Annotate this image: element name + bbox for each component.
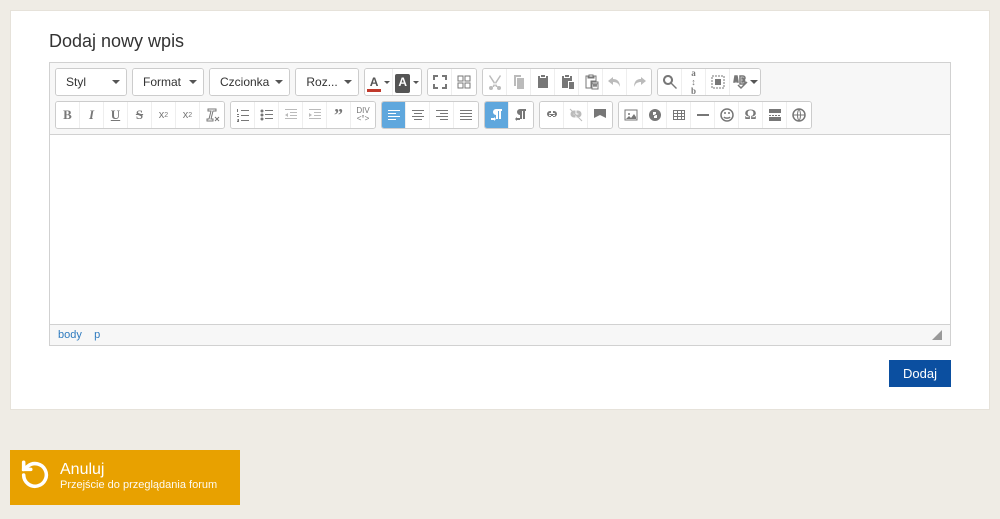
superscript-button[interactable]: x2 [176,102,200,128]
editor-elements-path: body p [50,324,950,345]
chevron-down-icon [189,80,197,84]
submit-button[interactable]: Dodaj [889,360,951,387]
iframe-button[interactable] [787,102,811,128]
toolbar-row-1: Styl Format Czcionka Roz... A [50,63,950,101]
align-left-button[interactable] [382,102,406,128]
align-center-button[interactable] [406,102,430,128]
chevron-down-icon [750,80,758,84]
cancel-card[interactable]: Anuluj Przejście do przeglądania forum [10,450,240,505]
bold-button[interactable]: B [56,102,80,128]
flash-button[interactable] [643,102,667,128]
bg-color-button[interactable]: A [393,69,421,95]
text-color-button[interactable]: A [365,69,394,95]
font-dropdown[interactable]: Czcionka [210,69,289,95]
rich-text-editor: Styl Format Czcionka Roz... A [49,62,951,346]
resize-handle-icon[interactable] [932,330,942,340]
pagebreak-button[interactable] [763,102,787,128]
bullet-list-button[interactable] [255,102,279,128]
redo-button[interactable] [627,69,651,95]
panel-heading: Dodaj nowy wpis [49,31,951,52]
add-entry-panel: Dodaj nowy wpis Styl Format Czcionka [10,10,990,410]
replace-button[interactable]: a↕b [682,69,706,95]
editor-content-area[interactable] [50,134,950,324]
indent-button[interactable] [303,102,327,128]
rtl-button[interactable] [509,102,533,128]
italic-button[interactable]: I [80,102,104,128]
toolbar-row-2: B I U S x2 x2 [50,101,950,134]
format-dropdown[interactable]: Format [133,69,203,95]
unlink-button[interactable] [564,102,588,128]
copy-button[interactable] [507,69,531,95]
remove-format-button[interactable] [200,102,224,128]
size-dropdown[interactable]: Roz... [296,69,357,95]
link-button[interactable] [540,102,564,128]
table-button[interactable] [667,102,691,128]
paste-button[interactable] [531,69,555,95]
show-blocks-button[interactable] [452,69,476,95]
chevron-down-icon [413,81,419,84]
numbered-list-button[interactable] [231,102,255,128]
smiley-button[interactable] [715,102,739,128]
anchor-button[interactable] [588,102,612,128]
cancel-subtitle: Przejście do przeglądania forum [60,479,217,493]
hr-button[interactable] [691,102,715,128]
outdent-button[interactable] [279,102,303,128]
align-justify-button[interactable] [454,102,478,128]
maximize-button[interactable] [428,69,452,95]
strike-button[interactable]: S [128,102,152,128]
div-container-button[interactable]: DIV<°> [351,102,375,128]
undo-circle-icon [18,458,52,495]
path-body[interactable]: body [58,329,82,341]
style-dropdown[interactable]: Styl [56,69,126,95]
select-all-button[interactable] [706,69,730,95]
paste-text-button[interactable] [555,69,579,95]
cancel-title: Anuluj [60,460,217,479]
special-char-button[interactable]: Ω [739,102,763,128]
chevron-down-icon [112,80,120,84]
paste-word-button[interactable] [579,69,603,95]
undo-button[interactable] [603,69,627,95]
ltr-button[interactable] [485,102,509,128]
chevron-down-icon [275,80,283,84]
chevron-down-icon [384,81,390,84]
chevron-down-icon [344,80,352,84]
underline-button[interactable]: U [104,102,128,128]
subscript-button[interactable]: x2 [152,102,176,128]
blockquote-button[interactable]: ” [327,102,351,128]
path-p[interactable]: p [94,329,100,341]
align-right-button[interactable] [430,102,454,128]
spellcheck-button[interactable] [730,69,760,95]
cut-button[interactable] [483,69,507,95]
image-button[interactable] [619,102,643,128]
find-button[interactable] [658,69,682,95]
